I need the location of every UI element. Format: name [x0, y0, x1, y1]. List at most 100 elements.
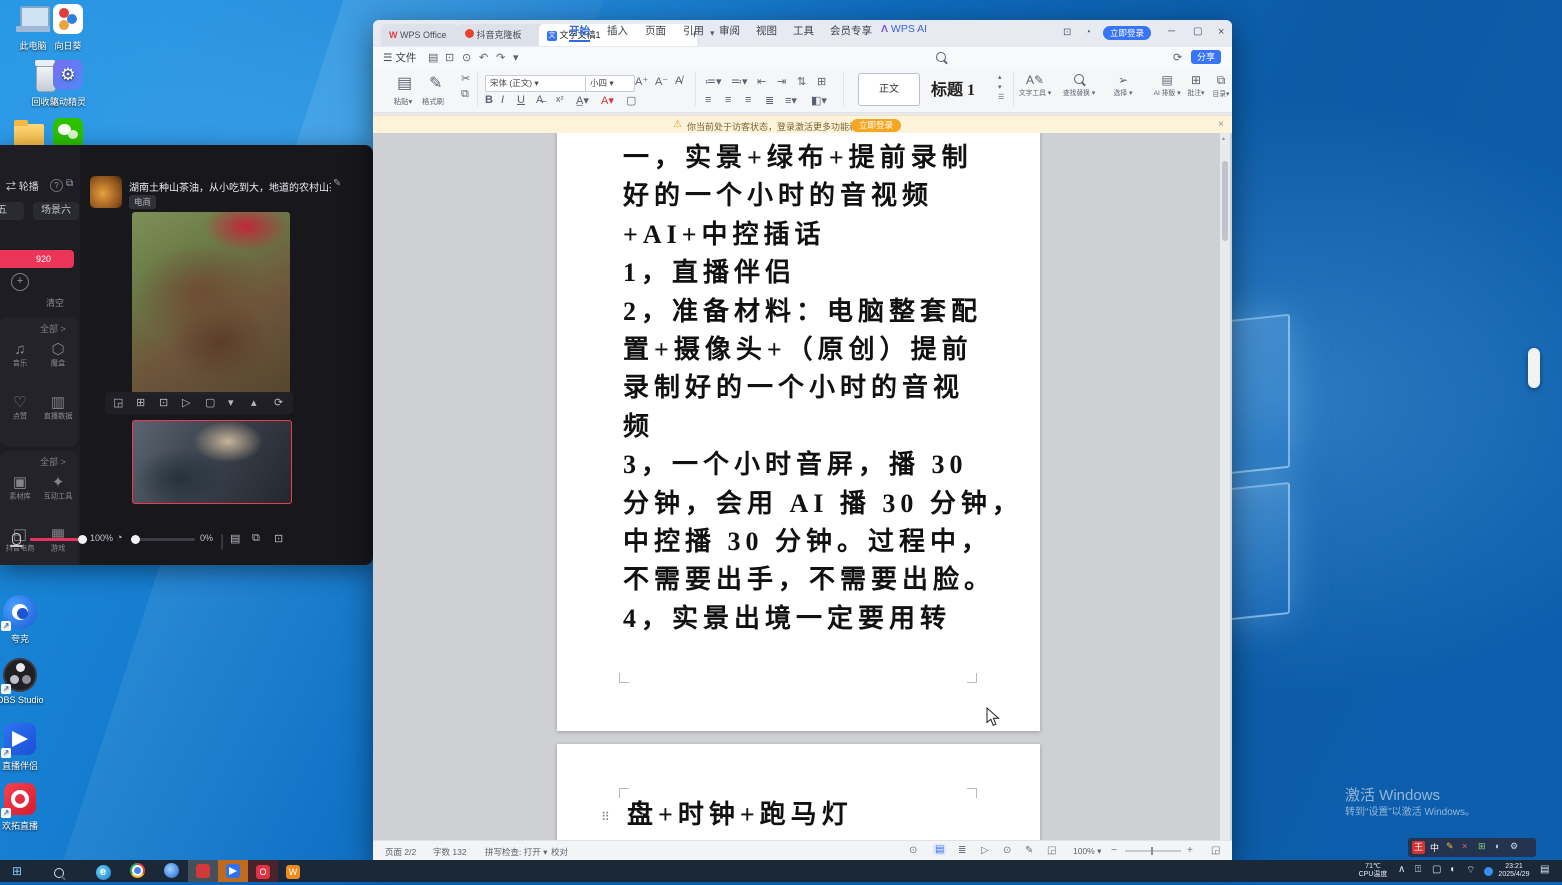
print-icon[interactable]: ⊡	[445, 51, 454, 64]
video-preview-main[interactable]	[132, 212, 290, 395]
minimize-button[interactable]: ─	[1168, 26, 1175, 37]
edit-title-icon[interactable]: ✎	[333, 178, 341, 189]
number-list-button[interactable]: ≕▾	[731, 75, 748, 88]
undo-icon[interactable]: ↶	[479, 51, 488, 64]
close-button[interactable]: ×	[1218, 26, 1224, 38]
ribbon-tab-view[interactable]: 视图	[756, 23, 777, 38]
edit-mode-icon[interactable]: ✎	[1025, 845, 1033, 856]
align-right-button[interactable]: ≡	[745, 94, 751, 106]
taskbar-live-helper-icon[interactable]: O	[248, 860, 278, 882]
document-page-1[interactable]: 一，实景+绿布+提前录制 好的一个小时的音视频 +AI+中控插话 1，直播伴侣 …	[557, 133, 1040, 731]
decrease-indent-button[interactable]: ⇤	[757, 75, 766, 88]
font-name-select[interactable]: 宋体 (正文) ▾	[485, 75, 587, 92]
format-painter-icon[interactable]: ✎	[429, 73, 442, 93]
underline-button[interactable]: U	[517, 94, 525, 106]
scroll-up-arrow[interactable]: ▴	[1222, 135, 1225, 142]
search-icon[interactable]	[936, 52, 946, 62]
clear-button[interactable]: 清空	[46, 296, 64, 309]
loop-mode-toggle[interactable]: ⇄ 轮播	[6, 178, 39, 193]
taskbar-clock[interactable]: 23:21 2025/4/29	[1496, 863, 1532, 879]
ime-close-icon[interactable]: ×	[1462, 841, 1467, 851]
taskbar-app-clip-icon[interactable]	[188, 860, 218, 882]
autoscroll-icon[interactable]: ⊙	[1003, 845, 1011, 856]
style-gallery-up[interactable]: ▴	[998, 73, 1002, 81]
read-mode-icon[interactable]: ▷	[981, 845, 989, 856]
justify-button[interactable]: ≣	[765, 94, 774, 107]
taskbar-live-companion-icon[interactable]	[218, 860, 248, 882]
decrease-font-icon[interactable]: A⁻	[655, 75, 668, 88]
tool-interactive[interactable]: ✦ 互动工具	[40, 475, 76, 502]
taskbar-wps-icon[interactable]: W	[278, 860, 308, 882]
login-button[interactable]: 立即登录	[1103, 26, 1151, 40]
redo-icon[interactable]: ↷	[496, 51, 505, 64]
camera-icon[interactable]: ▤	[230, 532, 240, 545]
font-size-select[interactable]: 小四 ▾	[585, 75, 635, 92]
style-body[interactable]: 正文	[858, 73, 920, 106]
flip-vertical-icon[interactable]: ▾	[228, 396, 234, 409]
window-capture-icon[interactable]: ⧉	[252, 532, 260, 545]
sort-button[interactable]: ⇅	[797, 75, 806, 88]
clear-format-icon[interactable]: A̸	[675, 75, 682, 87]
zoom-slider-thumb[interactable]	[1151, 847, 1153, 855]
zoom-level[interactable]: 100% ▾	[1073, 846, 1101, 857]
status-wordcount[interactable]: 字数 132	[433, 846, 467, 858]
share-button[interactable]: 分享	[1191, 50, 1221, 64]
crop-icon[interactable]: ▢	[205, 396, 215, 409]
outline-view-icon[interactable]: ≣	[958, 845, 966, 856]
taskbar-search-button[interactable]	[44, 860, 74, 882]
desktop-icon-driver-tool[interactable]: ⚙ 驱动精灵	[33, 58, 103, 108]
desktop-icon-live-companion[interactable]: ↗ 直播伴侣	[0, 722, 55, 772]
rotate-icon[interactable]: ⊡	[159, 396, 168, 409]
grid-layout-icon[interactable]: ⊞	[136, 396, 145, 409]
share-screen-icon[interactable]: ⊡	[274, 532, 283, 545]
status-spellcheck[interactable]: 拼写检查: 打开 ▾	[485, 846, 547, 858]
tool-live-data[interactable]: ▥ 直播数据	[40, 395, 76, 422]
desktop-icon-live-helper[interactable]: ↗ 欢拓直播	[0, 782, 55, 832]
tray-bluetooth-icon[interactable]	[1484, 867, 1493, 876]
text-tools-button[interactable]: A✎ 文字工具 ▾	[1013, 73, 1057, 98]
maximize-button[interactable]: ▢	[1193, 26, 1202, 37]
copy-icon[interactable]: ⧉	[461, 88, 469, 101]
section-all-1[interactable]: 全部 >	[40, 322, 66, 335]
selected-scene-item[interactable]: 920	[0, 250, 74, 268]
strikethrough-button[interactable]: A̶	[536, 94, 543, 106]
sync-icon[interactable]: ⟳	[1173, 51, 1182, 64]
fit-page-icon[interactable]: ◲	[1047, 845, 1056, 856]
skin-icon[interactable]: ◔	[1085, 27, 1091, 38]
taskbar-edge-icon[interactable]: e	[88, 860, 118, 882]
bullet-list-button[interactable]: ≔▾	[705, 75, 722, 88]
wps-ai-tab[interactable]: Λ WPS AI	[881, 23, 927, 35]
ribbon-tab-member[interactable]: 会员专享	[830, 23, 872, 38]
document-canvas[interactable]: 一，实景+绿布+提前录制 好的一个小时的音视频 +AI+中控插话 1，直播伴侣 …	[373, 133, 1232, 840]
mic-volume-slider[interactable]	[30, 538, 84, 541]
doc-scrollbar[interactable]: ▴	[1220, 133, 1230, 840]
align-center-button[interactable]: ≡	[725, 94, 731, 106]
bold-button[interactable]: B	[485, 94, 493, 106]
paste-icon[interactable]: ▤	[397, 73, 412, 93]
help-icon[interactable]: ?	[50, 179, 63, 192]
room-cover-thumbnail[interactable]	[90, 176, 122, 208]
scene-tab-6[interactable]: 场景六	[33, 202, 79, 220]
cpu-temp-widget[interactable]: 71℃ CPU温度	[1352, 863, 1394, 879]
ribbon-tab-tools[interactable]: 工具	[793, 23, 814, 38]
ime-pen-icon[interactable]: ✎	[1446, 841, 1454, 852]
increase-font-icon[interactable]: A⁺	[635, 75, 648, 88]
ribbon-tab-home[interactable]: 开始	[569, 23, 590, 42]
flip-horizontal-icon[interactable]: ▷	[182, 396, 190, 409]
scrollbar-thumb[interactable]	[1222, 161, 1228, 241]
ribbon-tab-review[interactable]: 审阅	[719, 23, 740, 38]
expand-panel-icon[interactable]: ⧉	[66, 178, 73, 189]
increase-indent-button[interactable]: ⇥	[777, 75, 786, 88]
layout-switch-icon[interactable]: ⊡	[1063, 27, 1071, 38]
tool-magicbox[interactable]: ⬡ 魔盒	[40, 342, 76, 369]
taskbar-chrome-icon[interactable]	[122, 860, 152, 882]
highlight-color-button[interactable]: A̲▾	[576, 94, 589, 107]
status-page[interactable]: 页面 2/2	[385, 846, 416, 858]
ime-sound-icon[interactable]: ◖	[1494, 841, 1499, 851]
document-page-2[interactable]: ⠿ 盘+时钟+跑马灯	[557, 744, 1040, 840]
tool-like[interactable]: ♡ 点赞	[2, 395, 38, 422]
add-item-button[interactable]: +	[11, 273, 29, 291]
find-replace-button[interactable]: 查找替换 ▾	[1057, 73, 1101, 98]
save-icon[interactable]: ▤	[428, 51, 438, 64]
video-preview-selected[interactable]	[132, 420, 292, 504]
